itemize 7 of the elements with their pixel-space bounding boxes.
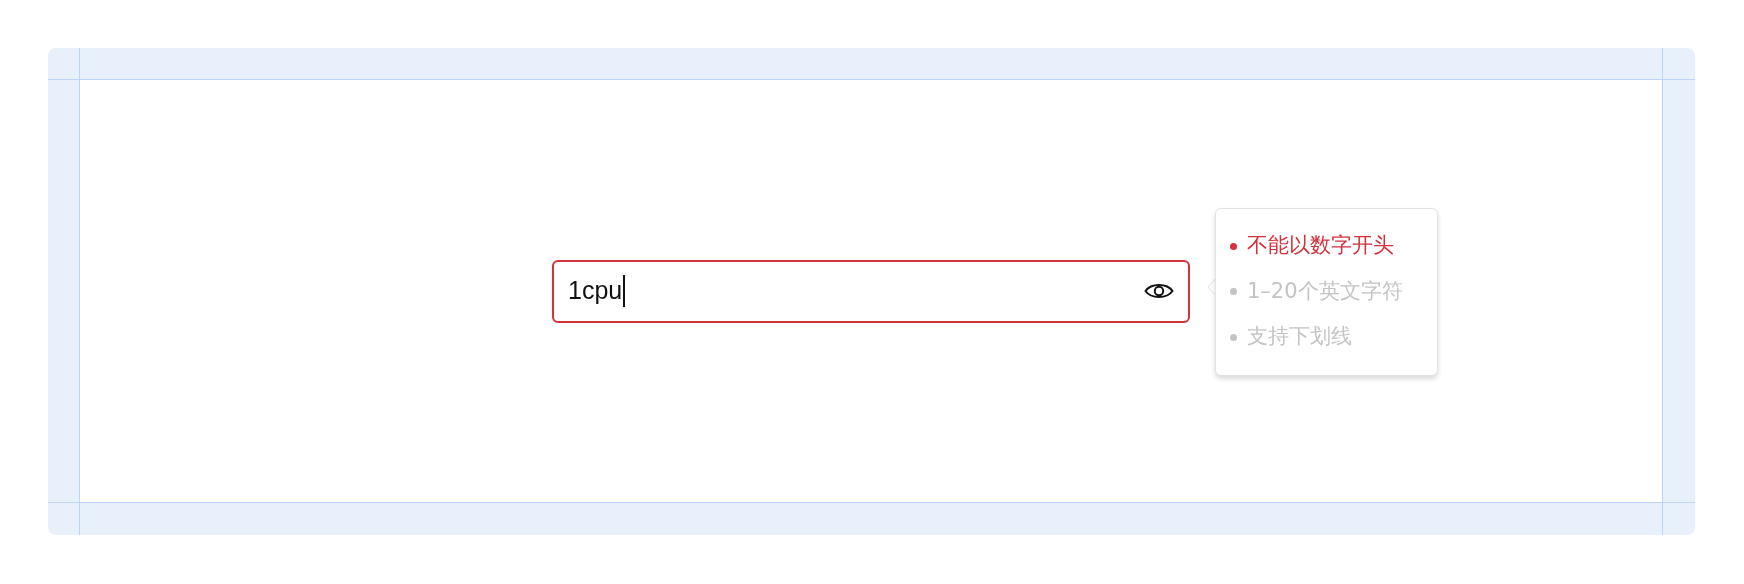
rule-text: 不能以数字开头	[1247, 232, 1394, 260]
eye-icon[interactable]	[1144, 281, 1174, 301]
text-cursor	[623, 275, 626, 307]
password-field[interactable]: 1cpu	[552, 259, 1190, 323]
field-value: 1cpu	[568, 275, 623, 307]
rule-text: 支持下划线	[1247, 323, 1352, 351]
rule-text: 1–20个英文字符	[1247, 277, 1403, 305]
